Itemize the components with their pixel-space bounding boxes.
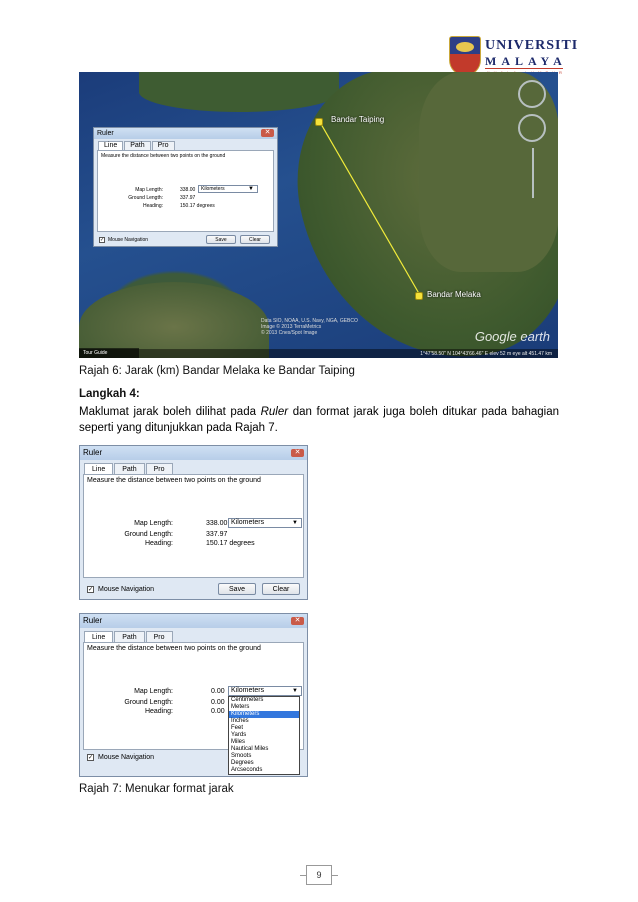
pan-control-icon[interactable] — [518, 114, 546, 142]
page-number: 9 — [300, 865, 338, 885]
logo-name-line1: UNIVERSITI — [485, 38, 579, 53]
save-button[interactable]: Save — [218, 583, 256, 595]
unit-option[interactable]: Miles — [229, 739, 299, 746]
clear-button[interactable]: Clear — [240, 235, 270, 244]
tab-path[interactable]: Path — [124, 141, 151, 150]
ruler-description: Measure the distance between two points … — [87, 645, 261, 652]
mouse-navigation-label: Mouse Navigation — [108, 237, 149, 243]
ground-length-value: 0.00 — [211, 699, 225, 706]
unit-dropdown-list[interactable]: Centimeters Meters Kilometers Inches Feet Yar… — [228, 696, 300, 775]
ruler-panel: Measure the distance between two points … — [97, 150, 274, 232]
logo-divider — [485, 68, 563, 69]
zoom-slider[interactable] — [532, 148, 534, 198]
ground-length-label: Ground Length: — [124, 699, 173, 706]
figure-caption-6: Rajah 6: Jarak (km) Bandar Melaka ke Ban… — [79, 365, 355, 377]
ruler-dialog-small: Ruler ✕ Line Path Pro Measure the distan… — [93, 127, 278, 247]
unit-option[interactable]: Inches — [229, 718, 299, 725]
tab-line[interactable]: Line — [98, 141, 124, 150]
figure-caption-7: Rajah 7: Menukar format jarak — [79, 783, 234, 795]
unit-selected: Kilometers — [201, 186, 225, 192]
mouse-navigation-checkbox[interactable]: ✓ — [87, 754, 94, 761]
chevron-down-icon: ▼ — [292, 688, 298, 694]
save-button[interactable]: Save — [206, 235, 236, 244]
ground-length-value: 337.97 — [180, 195, 196, 201]
ruler-title: Ruler — [80, 446, 307, 460]
step-heading: Langkah 4: — [79, 388, 140, 400]
unit-option[interactable]: Meters — [229, 704, 299, 711]
heading-label: Heading: — [144, 540, 173, 547]
clear-button[interactable]: Clear — [262, 583, 300, 595]
pin-taiping-icon — [315, 118, 323, 126]
ruler-panel: Measure the distance between two points … — [83, 474, 304, 578]
mouse-navigation-label: Mouse Navigation — [98, 586, 155, 593]
chevron-down-icon: ▼ — [248, 186, 254, 192]
unit-selected: Kilometers — [231, 519, 265, 526]
unit-select[interactable]: Kilometers ▼ — [228, 518, 302, 528]
imagery-credits: Data SIO, NOAA, U.S. Navy, NGA, GEBCO Im… — [261, 318, 358, 336]
heading-value: 0.00 — [211, 708, 225, 715]
ruler-tabs: Line Path Pro — [98, 141, 176, 150]
unit-selected: Kilometers — [231, 687, 265, 694]
map-label-melaka: Bandar Melaka — [427, 290, 481, 299]
heading-label: Heading: — [144, 708, 173, 715]
chevron-down-icon: ▼ — [292, 520, 298, 526]
heading-value: 150.17 degrees — [206, 540, 255, 547]
ruler-title: Ruler — [94, 128, 277, 139]
tour-guide-button[interactable]: Tour Guide — [79, 348, 139, 358]
map-length-label: Map Length: — [135, 187, 163, 193]
ruler-dialog-1: Ruler ✕ Line Path Pro Measure the distan… — [79, 445, 308, 600]
ruler-title: Ruler — [80, 614, 307, 628]
map-status-bar: 1°47'58.50" N 104°43'66.46" E elev 52 m … — [79, 349, 558, 358]
ruler-description: Measure the distance between two points … — [101, 153, 226, 159]
unit-select[interactable]: Kilometers ▼ — [198, 185, 258, 193]
unit-option[interactable]: Feet — [229, 725, 299, 732]
map-length-label: Map Length: — [134, 688, 173, 695]
step-paragraph: Maklumat jarak boleh dilihat pada Ruler … — [79, 404, 559, 436]
unit-option[interactable]: Kilometers — [229, 711, 299, 718]
close-icon[interactable]: ✕ — [291, 617, 304, 625]
ground-length-label: Ground Length: — [124, 531, 173, 538]
mouse-navigation-label: Mouse Navigation — [98, 754, 155, 761]
close-icon[interactable]: ✕ — [261, 129, 274, 137]
unit-option[interactable]: Arcseconds — [229, 767, 299, 774]
ruler-description: Measure the distance between two points … — [87, 477, 261, 484]
mouse-navigation-checkbox[interactable]: ✓ — [99, 237, 105, 243]
ground-length-value: 337.97 — [206, 531, 228, 538]
heading-label: Heading: — [142, 203, 163, 209]
logo-name-line2: MALAYA — [485, 54, 567, 68]
tab-pro[interactable]: Pro — [151, 141, 175, 150]
google-earth-map: Bandar Taiping Bandar Melaka Data SIO, N… — [79, 72, 558, 358]
map-length-value: 0.00 — [211, 688, 225, 695]
map-length-label: Map Length: — [134, 520, 173, 527]
unit-option[interactable]: Yards — [229, 732, 299, 739]
map-length-value: 338.00 — [206, 520, 228, 527]
unit-option[interactable]: Nautical Miles — [229, 746, 299, 753]
unit-option[interactable]: Degrees — [229, 760, 299, 767]
map-label-taiping: Bandar Taiping — [331, 115, 385, 124]
close-icon[interactable]: ✕ — [291, 449, 304, 457]
navigation-controls[interactable] — [518, 80, 548, 200]
paragraph-ruler-italic: Ruler — [260, 406, 289, 418]
compass-icon[interactable] — [518, 80, 546, 108]
heading-value: 150.17 degrees — [180, 203, 215, 209]
crest-icon — [449, 36, 481, 76]
map-length-value: 338.00 — [180, 187, 196, 193]
unit-select[interactable]: Kilometers ▼ — [228, 686, 302, 696]
mouse-navigation-checkbox[interactable]: ✓ — [87, 586, 94, 593]
paragraph-text-before: Maklumat jarak boleh dilihat pada — [79, 406, 261, 418]
unit-option[interactable]: Centimeters — [229, 697, 299, 704]
ruler-dialog-2: Ruler ✕ Line Path Pro Measure the distan… — [79, 613, 308, 777]
ground-length-label: Ground Length: — [128, 195, 163, 201]
google-earth-brand: Google earth — [474, 329, 550, 344]
pin-melaka-icon — [415, 292, 423, 300]
unit-option[interactable]: Smoots — [229, 753, 299, 760]
